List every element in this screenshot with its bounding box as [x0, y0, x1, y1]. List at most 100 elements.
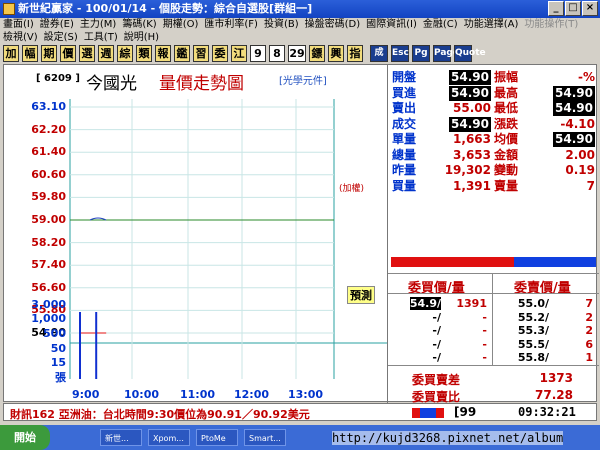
- quote-row: 單量 1,663 均價 54.90: [388, 132, 599, 147]
- menu-item[interactable]: 說明(H): [121, 31, 162, 45]
- ask-price: 55.3/: [517, 324, 549, 337]
- quote-label: 賣量: [494, 178, 519, 193]
- menu-item[interactable]: 金融(C): [420, 18, 461, 32]
- ask-price: 55.5/: [517, 337, 549, 351]
- quote-value: 3,653: [453, 147, 491, 162]
- menu-item[interactable]: 證券(E): [37, 18, 77, 32]
- menu-item[interactable]: 功能操作(T): [521, 18, 581, 32]
- quote-label: 買進: [392, 85, 417, 100]
- toolbar-button[interactable]: Quote: [454, 45, 486, 62]
- toolbar-button[interactable]: 委: [212, 45, 228, 62]
- bid-price: -/: [432, 351, 441, 364]
- toolbar-button[interactable]: 成: [370, 45, 388, 62]
- price-volume-chart: [ 6209 ] 今國光 量價走勢圖 [光學元件] 63.10 62.20 61.4…: [4, 65, 387, 403]
- toolbar-button[interactable]: 報: [155, 45, 171, 62]
- quote-label: 買量: [392, 178, 417, 193]
- quote-value: 54.90: [449, 85, 491, 101]
- start-button[interactable]: 開始: [0, 425, 50, 450]
- quote-value: 54.90: [553, 85, 595, 101]
- toolbar-button[interactable]: Esc: [391, 45, 409, 62]
- toolbar-button[interactable]: 興: [328, 45, 344, 62]
- toolbar-button[interactable]: 加: [3, 45, 19, 62]
- toolbar-button[interactable]: 選: [79, 45, 95, 62]
- toolbar-button[interactable]: 習: [193, 45, 209, 62]
- menu-item[interactable]: 國際資訊(I): [363, 18, 420, 32]
- quote-label: 振幅: [494, 70, 519, 84]
- menu-item[interactable]: 投資(B): [261, 18, 302, 32]
- taskbar-task[interactable]: PtoMe: [196, 429, 238, 446]
- minimize-button[interactable]: _: [548, 1, 564, 16]
- bid-price: -/: [432, 324, 441, 337]
- quote-row: 成交 54.90 漲跌 -4.10: [388, 116, 599, 132]
- bid-price: -/: [432, 337, 441, 351]
- quote-value: 54.90: [553, 132, 595, 147]
- toolbar-button[interactable]: 類: [136, 45, 152, 62]
- toolbar-button[interactable]: 指: [347, 45, 363, 62]
- toolbar-button[interactable]: Pg: [412, 45, 430, 62]
- toolbar-button[interactable]: 期: [41, 45, 57, 62]
- taskbar-task[interactable]: 新世...: [100, 429, 142, 446]
- order-diff-value: 1373: [539, 371, 573, 385]
- news-ticker[interactable]: 財訊162 亞洲油：台北時間9:30價位為90.91／90.92美元: [10, 406, 310, 422]
- app-icon: [3, 3, 15, 15]
- quote-label: 漲跌: [494, 116, 519, 131]
- toolbar-button[interactable]: 週: [98, 45, 114, 62]
- maximize-button[interactable]: □: [565, 1, 581, 16]
- taskbar-task[interactable]: Smart...: [244, 429, 286, 446]
- toolbar-button[interactable]: 8: [269, 45, 285, 62]
- quote-value: 2.00: [565, 147, 595, 162]
- close-button[interactable]: ×: [582, 1, 598, 16]
- quote-label: 昨量: [392, 163, 417, 177]
- toolbar-button[interactable]: 29: [288, 45, 306, 62]
- toolbar-button[interactable]: 鑑: [174, 45, 190, 62]
- clock: 09:32:21: [518, 405, 576, 419]
- menu-item[interactable]: 籌碼(K): [119, 18, 159, 32]
- watermark-url: http://kujd3268.pixnet.net/album: [332, 431, 564, 445]
- quote-value: 54.90: [449, 116, 491, 132]
- page-indicator: [99: [454, 405, 477, 419]
- menu-item[interactable]: 主力(M): [77, 18, 119, 32]
- menu-item[interactable]: 功能選擇(A): [461, 18, 522, 32]
- status-color-blue-2: [428, 408, 436, 418]
- status-color-red: [412, 408, 420, 418]
- bid-volume: -: [482, 351, 487, 364]
- quote-label: 金額: [494, 147, 519, 162]
- menu-item[interactable]: 畫面(I): [0, 18, 37, 32]
- menu-bar-secondary: 檢視(V) 設定(S) 工具(T) 說明(H): [0, 31, 600, 45]
- menu-item[interactable]: 設定(S): [41, 31, 81, 45]
- quote-value: 54.90: [553, 101, 595, 116]
- main-panel: [ 6209 ] 今國光 量價走勢圖 [光學元件] 63.10 62.20 61.4…: [3, 64, 599, 404]
- menu-item[interactable]: 工具(T): [81, 31, 121, 45]
- quote-row: 買進 54.90 最高 54.90: [388, 85, 599, 101]
- toolbar-button[interactable]: Page: [433, 45, 459, 62]
- toolbar-button[interactable]: 幅: [22, 45, 38, 62]
- buy-sell-ratio-bar: [391, 257, 596, 267]
- status-color-red-2: [436, 408, 444, 418]
- toolbar-button[interactable]: 鏢: [309, 45, 325, 62]
- quote-label: 賣出: [392, 101, 417, 115]
- toolbar-button[interactable]: 價: [60, 45, 76, 62]
- taskbar-task[interactable]: Xpom...: [148, 429, 190, 446]
- quote-value: -%: [577, 70, 595, 84]
- menu-item[interactable]: 期權(O): [160, 18, 202, 32]
- menu-bar-primary: 畫面(I) 證券(E) 主力(M) 籌碼(K) 期權(O) 匯市利率(F) 投資(B) 操盤密…: [0, 18, 600, 32]
- quote-row: 買量 1,391 賣量 7: [388, 179, 599, 194]
- quote-label: 最高: [494, 85, 519, 100]
- chart-plot-area: [69, 99, 387, 379]
- quote-panel: 開盤 54.90 振幅 -% 買進 54.90 最高 54.90 賣出 55.00 最低 54.90 成…: [387, 65, 599, 404]
- quote-row: 開盤 54.90 振幅 -%: [388, 70, 599, 85]
- quote-value: 55.00: [453, 101, 491, 115]
- menu-item[interactable]: 檢視(V): [0, 31, 41, 45]
- sell-ratio-fill: [514, 257, 596, 267]
- taskbar: 開始 新世... Xpom... PtoMe Smart... http://kujd…: [0, 425, 600, 450]
- bid-volume: -: [482, 310, 487, 324]
- toolbar-button[interactable]: 江: [231, 45, 247, 62]
- toolbar-button[interactable]: 9: [250, 45, 266, 62]
- toolbar-button[interactable]: 綜: [117, 45, 133, 62]
- projection-button[interactable]: 預測: [347, 286, 375, 304]
- ask-price: 55.8/: [517, 351, 549, 364]
- order-diff-label: 委買賣差: [412, 373, 461, 387]
- menu-item[interactable]: 操盤密碼(D): [302, 18, 364, 32]
- menu-item[interactable]: 匯市利率(F): [201, 18, 261, 32]
- quote-value: 0.19: [565, 163, 595, 177]
